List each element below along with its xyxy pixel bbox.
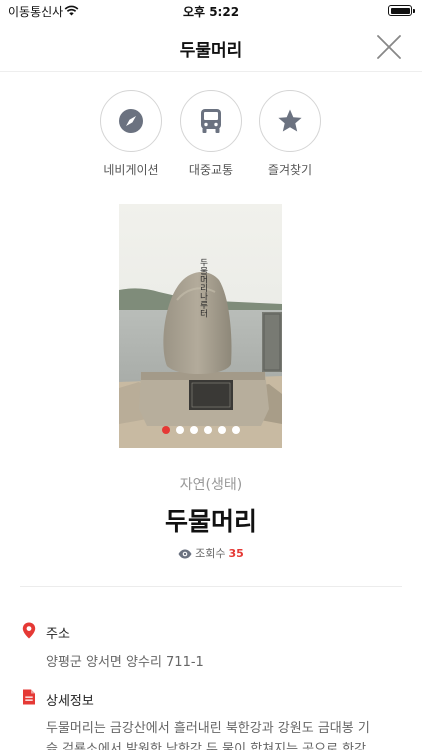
stone-inscription: 두물머리나루터 xyxy=(198,258,208,318)
navigation-button[interactable]: 네비게이션 xyxy=(91,90,171,178)
carousel-dot[interactable] xyxy=(203,426,212,434)
compass-icon xyxy=(119,109,143,133)
address-value: 양평군 양서면 양수리 711-1 xyxy=(46,655,204,670)
document-icon xyxy=(23,689,35,705)
nav-bar: 두물머리 xyxy=(0,24,422,72)
favorite-button[interactable]: 즐겨찾기 xyxy=(250,90,330,178)
navigation-label: 네비게이션 xyxy=(103,163,159,177)
view-count: 조회수 35 xyxy=(0,545,422,561)
close-button[interactable] xyxy=(376,34,402,60)
carousel-dot[interactable] xyxy=(175,426,184,434)
close-icon xyxy=(377,35,401,59)
carousel-dot[interactable] xyxy=(231,426,240,434)
status-bar: 이동통신사 오후 5:22 xyxy=(0,0,422,24)
favorite-label: 즐겨찾기 xyxy=(267,163,313,177)
carousel-dot[interactable] xyxy=(189,426,198,434)
eye-icon xyxy=(178,549,192,559)
views-label: 조회수 xyxy=(195,547,226,560)
public-transit-label: 대중교통 xyxy=(188,163,234,177)
place-photo: 두물머리나루터 xyxy=(119,204,282,448)
photo-carousel[interactable]: 두물머리나루터 xyxy=(119,204,282,448)
location-pin-icon xyxy=(22,622,36,639)
clock: 오후 5:22 xyxy=(182,5,240,19)
carousel-dots xyxy=(119,426,282,434)
place-name: 두물머리 xyxy=(164,507,257,536)
bus-icon xyxy=(201,109,221,133)
divider xyxy=(20,586,402,587)
address-title: 주소 xyxy=(46,627,70,642)
public-transit-button[interactable]: 대중교통 xyxy=(171,90,251,178)
page-title: 두물머리 xyxy=(179,41,243,61)
details-line-2: 슭 검룡소에서 발원한 남한강 두 물이 합쳐지는 곳으로 한강 xyxy=(46,742,367,750)
details-line-1: 두물머리는 금강산에서 흘러내린 북한강과 강원도 금대봉 기 xyxy=(46,721,370,736)
quick-actions: 네비게이션 대중교통 즐겨찾기 xyxy=(0,90,422,180)
carousel-dot[interactable] xyxy=(161,426,170,434)
carousel-dot[interactable] xyxy=(217,426,226,434)
star-icon xyxy=(278,109,302,132)
views-count: 35 xyxy=(228,547,244,560)
details-title: 상세정보 xyxy=(46,694,94,709)
category-label: 자연(생태) xyxy=(179,477,243,493)
battery-icon xyxy=(388,5,415,16)
